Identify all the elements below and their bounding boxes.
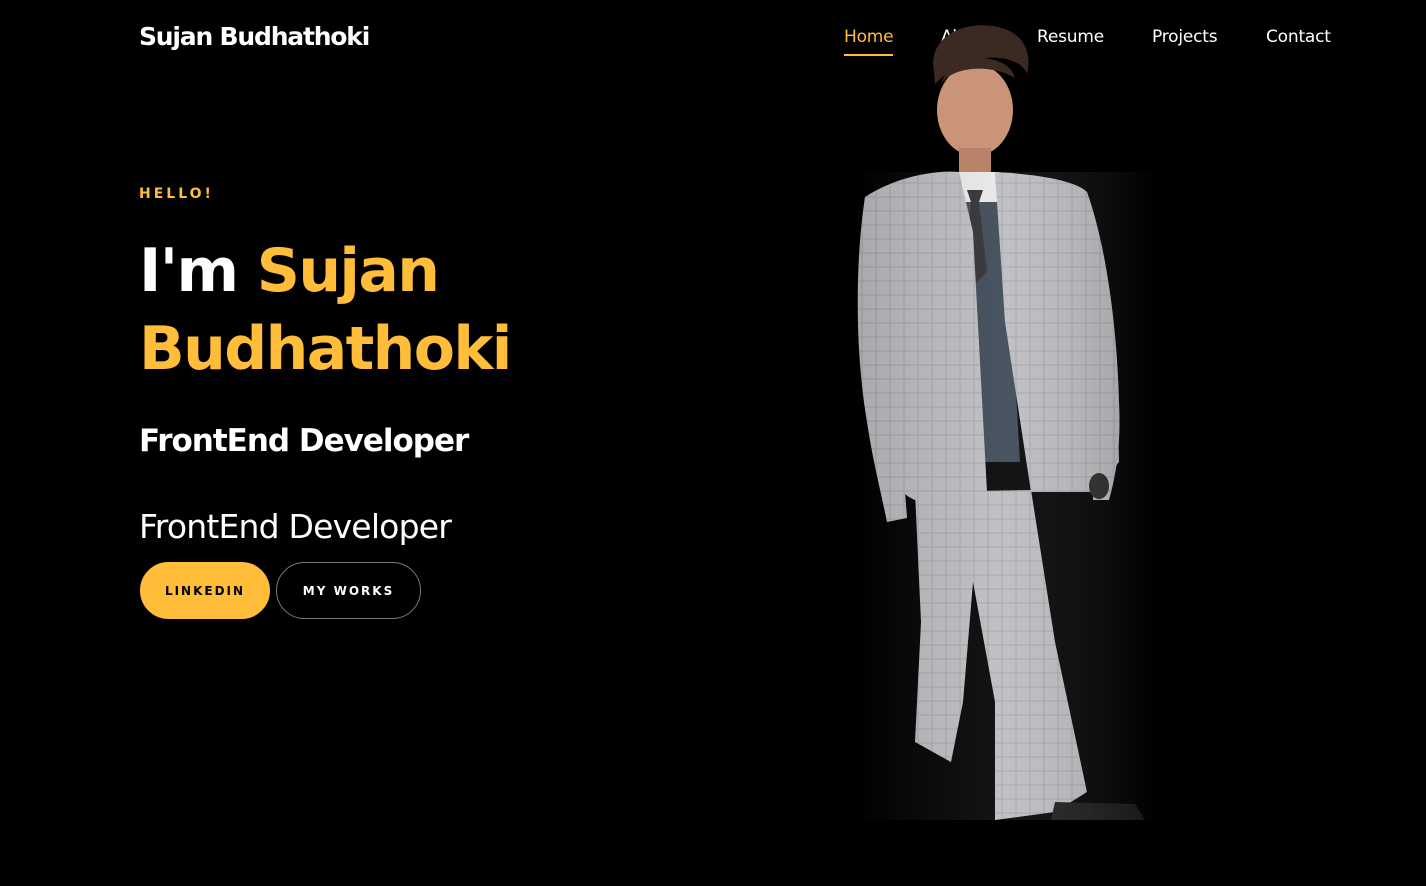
brand-logo[interactable]: Sujan Budhathoki [139,22,370,51]
hero-role-typed: FrontEnd Developer [139,507,452,546]
hero-name-first: Sujan [256,236,440,306]
nav-item-projects[interactable]: Projects [1152,26,1218,48]
hero-subheading: HELLO! [139,186,214,202]
hero-title-prefix: I'm [139,236,257,306]
hero-role-heading: FrontEnd Developer [139,423,469,459]
hero-title: I'm Sujan Budhathoki [139,232,512,388]
hero-name-last: Budhathoki [139,314,512,384]
profile-photo [855,22,1155,820]
my-works-button[interactable]: MY WORKS [276,562,421,619]
page: Sujan Budhathoki Home About Resume Proje… [0,0,1426,886]
nav-item-contact[interactable]: Contact [1266,26,1331,48]
linkedin-button[interactable]: LINKEDIN [140,562,270,619]
